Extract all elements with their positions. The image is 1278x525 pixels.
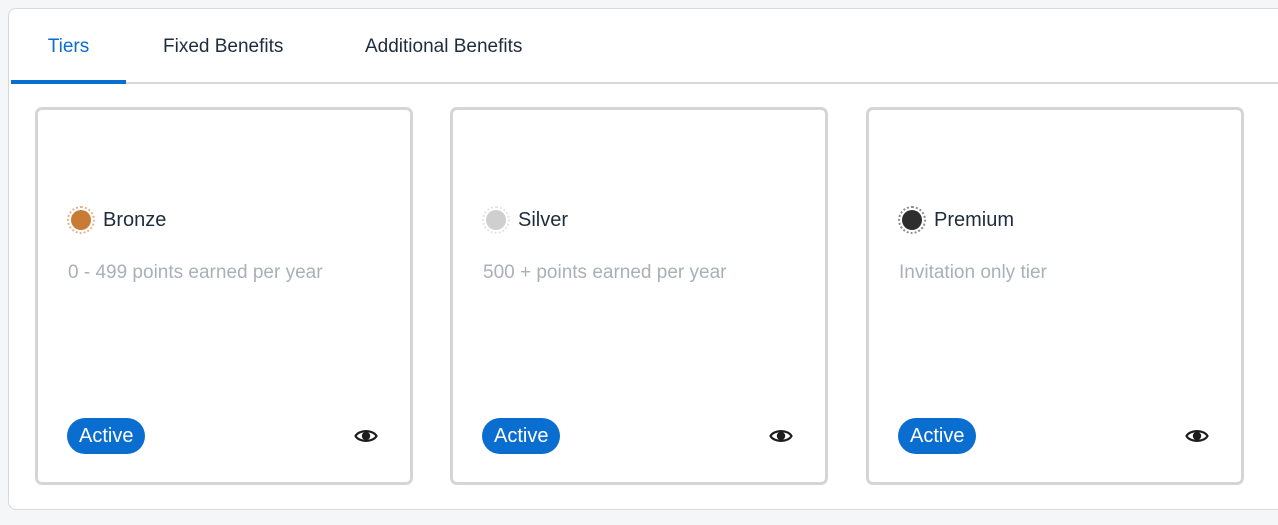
status-badge: Active [67, 418, 146, 454]
medal-icon [898, 206, 926, 234]
tier-card-premium[interactable]: Premium Invitation only tier Active [866, 107, 1244, 485]
tier-description: Invitation only tier [899, 262, 1047, 283]
tab-fixed-benefits[interactable]: Fixed Benefits [163, 9, 283, 82]
status-badge: Active [898, 418, 977, 454]
tab-bar: Tiers Fixed Benefits Additional Benefits [11, 9, 1278, 84]
tier-card-silver[interactable]: Silver 500 + points earned per year Acti… [450, 107, 828, 485]
medal-icon [67, 206, 95, 234]
tier-header: Silver [482, 203, 568, 237]
tiers-panel: Tiers Fixed Benefits Additional Benefits… [8, 8, 1278, 510]
tier-name: Bronze [103, 208, 167, 231]
tier-description: 500 + points earned per year [483, 262, 727, 283]
tier-description: 0 - 499 points earned per year [68, 262, 323, 283]
status-badge: Active [482, 418, 561, 454]
tier-card-bronze[interactable]: Bronze 0 - 499 points earned per year Ac… [35, 107, 413, 485]
eye-icon[interactable] [354, 426, 378, 446]
tier-name: Premium [934, 208, 1015, 231]
tier-header: Premium [898, 203, 1014, 237]
medal-icon [482, 206, 510, 234]
tab-additional-benefits[interactable]: Additional Benefits [365, 9, 522, 82]
tier-name: Silver [518, 208, 569, 231]
eye-icon[interactable] [769, 426, 793, 446]
tab-tiers[interactable]: Tiers [11, 9, 126, 84]
tier-header: Bronze [67, 203, 166, 237]
eye-icon[interactable] [1185, 426, 1209, 446]
